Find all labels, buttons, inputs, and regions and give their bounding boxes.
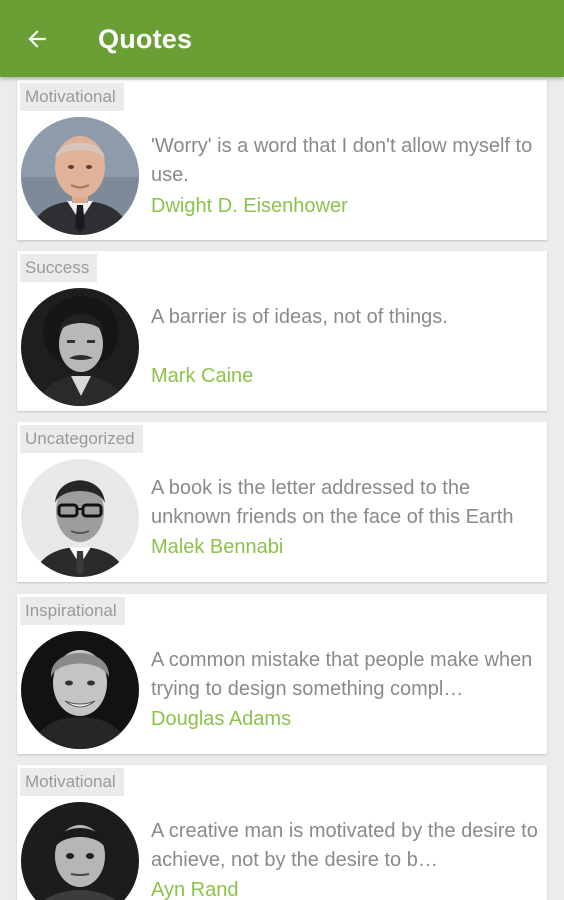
category-badge: Success	[20, 254, 98, 282]
category-badge: Motivational	[20, 83, 124, 111]
quote-card[interactable]: Inspirational A common mistake that peop…	[17, 594, 547, 754]
quote-list[interactable]: Motivational 'Worry' is a word that I do…	[0, 77, 564, 900]
author-name: Ayn Rand	[151, 879, 239, 900]
category-badge: Motivational	[20, 768, 124, 796]
author-name: Dwight D. Eisenhower	[151, 195, 348, 217]
quote-text: A book is the letter addressed to the un…	[151, 477, 514, 528]
page-title: Quotes	[98, 24, 193, 54]
author-name: Douglas Adams	[151, 708, 292, 730]
quote-card[interactable]: Motivational 'Worry' is a word that I do…	[17, 80, 547, 240]
author-name: Mark Caine	[151, 365, 254, 387]
quote-text: 'Worry' is a word that I don't allow mys…	[151, 135, 533, 186]
back-button[interactable]	[14, 16, 60, 62]
quote-text: A creative man is motivated by the desir…	[151, 820, 538, 871]
category-badge: Uncategorized	[20, 425, 143, 453]
author-name: Malek Bennabi	[151, 536, 284, 558]
quote-text: A barrier is of ideas, not of things.	[151, 306, 448, 328]
quote-text: A common mistake that people make when t…	[151, 649, 533, 700]
quote-card[interactable]: Uncategorized A book is the letter addre…	[17, 422, 547, 582]
author-avatar	[21, 802, 139, 900]
category-badge: Inspirational	[20, 597, 125, 625]
author-avatar	[21, 631, 139, 749]
quote-card[interactable]: Success A barrier is of ideas, not of th…	[17, 251, 547, 411]
author-avatar	[21, 117, 139, 235]
arrow-left-icon	[28, 30, 46, 48]
app-bar: Quotes	[0, 0, 564, 77]
quote-card[interactable]: Motivational A creative man is motivated…	[17, 765, 547, 900]
author-avatar	[21, 288, 139, 406]
author-avatar	[21, 459, 139, 577]
